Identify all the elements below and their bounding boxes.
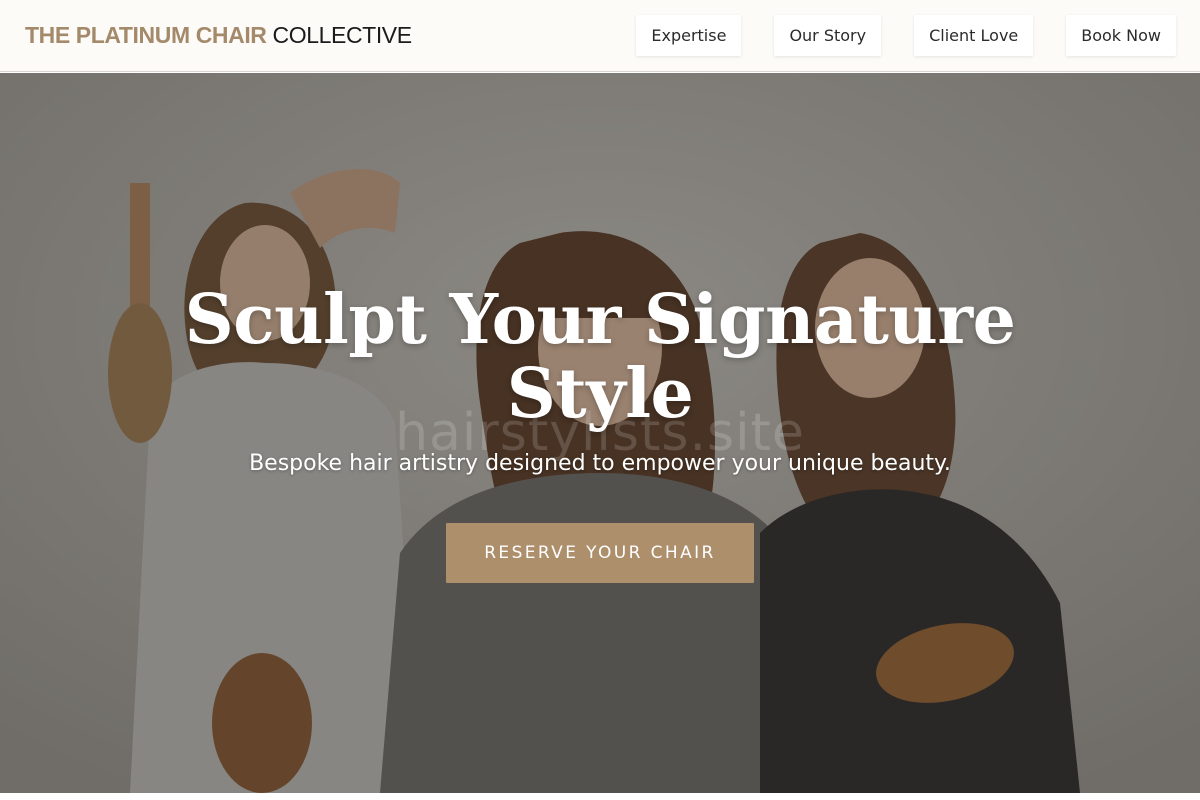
top-navbar: THE PLATINUM CHAIR COLLECTIVE Expertise …: [0, 0, 1200, 72]
brand-logo[interactable]: THE PLATINUM CHAIR COLLECTIVE: [25, 22, 412, 49]
hero-section: hairstylists.site Sculpt Your Signature …: [0, 73, 1200, 793]
nav-link-book-now[interactable]: Book Now: [1066, 15, 1176, 56]
main-nav: Expertise Our Story Client Love Book Now: [636, 15, 1176, 56]
nav-link-expertise[interactable]: Expertise: [636, 15, 742, 56]
nav-link-our-story[interactable]: Our Story: [774, 15, 882, 56]
brand-name-rest: COLLECTIVE: [272, 22, 413, 48]
reserve-chair-button[interactable]: RESERVE YOUR CHAIR: [446, 523, 754, 583]
nav-link-client-love[interactable]: Client Love: [914, 15, 1034, 56]
hero-subtitle: Bespoke hair artistry designed to empowe…: [249, 451, 951, 476]
hero-title: Sculpt Your Signature Style: [184, 280, 1016, 434]
brand-name-accent: THE PLATINUM CHAIR: [25, 22, 267, 48]
